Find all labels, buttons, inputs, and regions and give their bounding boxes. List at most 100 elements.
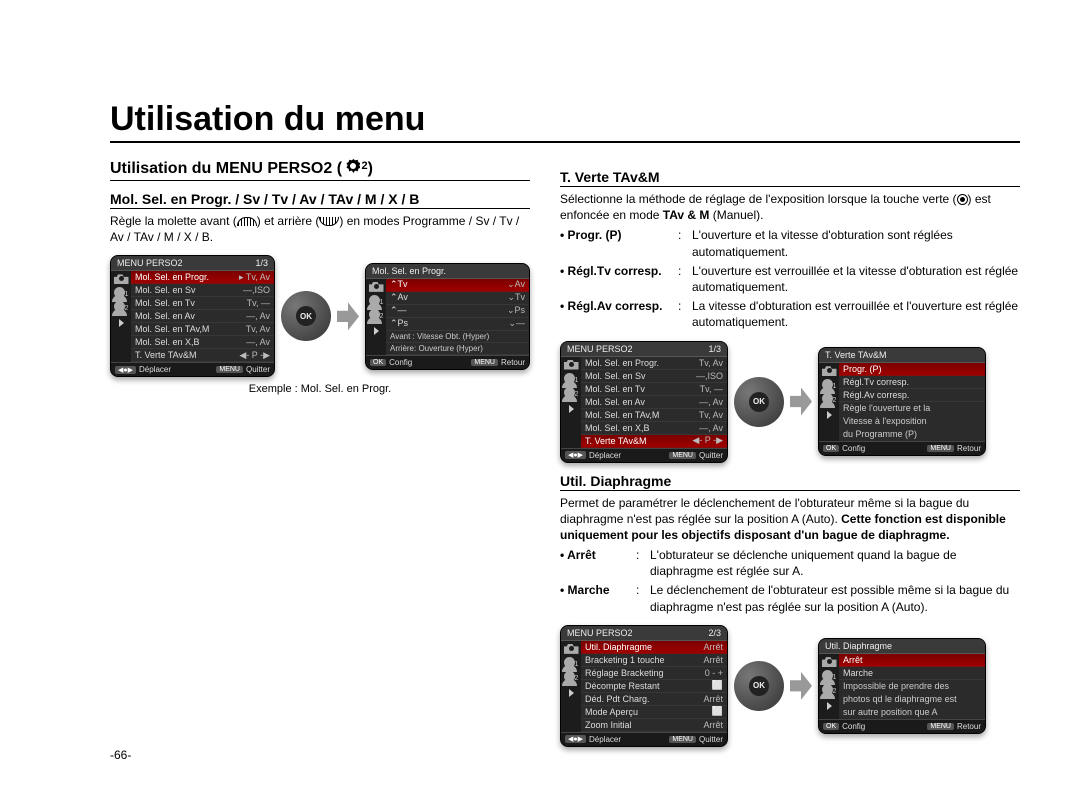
dial-rear-icon bbox=[319, 217, 339, 226]
row-label: Mol. Sel. en Tv bbox=[135, 298, 195, 308]
panel-row-item: Mol. Sel. en Sv—,ISO bbox=[131, 284, 274, 297]
footer-left: Déplacer bbox=[139, 365, 171, 374]
row-value: —, Av bbox=[246, 311, 270, 321]
row-label: T. Verte TAv&M bbox=[585, 436, 647, 446]
panel-title: MENU PERSO2 bbox=[567, 628, 633, 638]
row-value: ⌄Tv bbox=[507, 292, 525, 303]
user-icon bbox=[822, 393, 833, 404]
row-value: Arrêt bbox=[703, 720, 723, 730]
user-icon bbox=[114, 287, 125, 298]
panel-diaphragme-options: Util. Diaphragme 1 2 ArrêtMarche Impossi… bbox=[818, 638, 986, 733]
panel-row-item: Mol. Sel. en TAv,MTv, Av bbox=[581, 409, 727, 422]
row-label: Mol. Sel. en TAv,M bbox=[585, 410, 659, 420]
footer-right: Retour bbox=[501, 358, 525, 367]
detail-line: photos qd le diaphragme est bbox=[839, 693, 985, 706]
row-label: Mol. Sel. en Tv bbox=[585, 384, 645, 394]
panel-sidebar-icons: 1 2 bbox=[366, 279, 386, 355]
footer-right: Quitter bbox=[246, 365, 270, 374]
row-label: Mol. Sel. en TAv,M bbox=[135, 324, 209, 334]
definition-item: • Progr. (P):L'ouverture et la vitesse d… bbox=[560, 227, 1020, 259]
menu-icon: MENU bbox=[669, 736, 696, 743]
def-term: • Arrêt bbox=[560, 547, 630, 579]
row-label: Progr. (P) bbox=[843, 364, 882, 374]
definition-item: • Régl.Tv corresp.:L'ouverture est verro… bbox=[560, 263, 1020, 295]
panel-list: ArrêtMarche Impossible de prendre des ph… bbox=[839, 654, 985, 718]
dial-front-icon bbox=[237, 217, 257, 226]
section-heading-end: ) bbox=[368, 160, 373, 177]
def-term: • Progr. (P) bbox=[560, 227, 672, 259]
row-value: —, Av bbox=[246, 337, 270, 347]
def-term: • Régl.Tv corresp. bbox=[560, 263, 672, 295]
play-icon bbox=[569, 405, 574, 413]
def-desc: L'obturateur se déclenche uniquement qua… bbox=[650, 547, 1020, 579]
play-icon bbox=[827, 702, 832, 710]
row-label: Arrêt bbox=[843, 655, 863, 665]
panel-row-item: Décompte Restant⬜ bbox=[581, 680, 727, 693]
nav-icon: ◀●▶ bbox=[565, 735, 586, 743]
user-icon bbox=[114, 301, 125, 312]
panel-row-item: Mol. Sel. en Sv—,ISO bbox=[581, 370, 727, 383]
row-value: ◀- P -▶ bbox=[239, 350, 270, 361]
panel-title: Util. Diaphragme bbox=[825, 641, 892, 651]
row-value: —, Av bbox=[699, 397, 723, 407]
ok-nav-dial-icon bbox=[734, 661, 784, 711]
row-value: Arrêt bbox=[703, 655, 723, 665]
nav-icon: ◀●▶ bbox=[565, 451, 586, 459]
footer-right: Quitter bbox=[699, 451, 723, 460]
user-icon bbox=[369, 295, 380, 306]
row-value: Tv, Av bbox=[246, 324, 270, 334]
row-value: ◀- P -▶ bbox=[692, 435, 723, 446]
menu-icon: MENU bbox=[216, 366, 243, 373]
user-icon bbox=[369, 309, 380, 320]
tverte-intro: Sélectionne la méthode de réglage de l'e… bbox=[560, 191, 1020, 223]
row-value: —,ISO bbox=[696, 371, 723, 381]
row-value: Arrêt bbox=[703, 642, 723, 652]
ok-icon: OK bbox=[823, 445, 839, 452]
panel-row-item: Mol. Sel. en TvTv, — bbox=[581, 383, 727, 396]
footer-right: Retour bbox=[957, 722, 981, 731]
panel-row-item: ⌃Av⌄Tv bbox=[386, 292, 529, 305]
menu-icon: MENU bbox=[669, 452, 696, 459]
menu-icon: MENU bbox=[927, 445, 954, 452]
diaphragme-intro: Permet de paramétrer le déclenchement de… bbox=[560, 495, 1020, 544]
def-desc: L'ouverture et la vitesse d'obturation s… bbox=[692, 227, 1020, 259]
detail-line: Vitesse à l'exposition bbox=[839, 415, 985, 428]
row-label: Mol. Sel. en X,B bbox=[585, 423, 650, 433]
row-label: Régl.Tv corresp. bbox=[843, 377, 909, 387]
row-label: Décompte Restant bbox=[585, 681, 660, 691]
row-label: Util. Diaphragme bbox=[585, 642, 652, 652]
panel-row-item: Mol. Sel. en Progr.Tv, Av bbox=[581, 357, 727, 370]
row-value: ⬜ bbox=[712, 706, 723, 717]
panel-row-item: Mol. Sel. en Av —, Av bbox=[131, 310, 274, 323]
row-label: Mode Aperçu bbox=[585, 707, 638, 717]
panel-sidebar-icons: 1 2 bbox=[561, 641, 581, 732]
panel-row-item: Marche bbox=[839, 667, 985, 680]
panel-row-item: ⌃Tv⌄Av bbox=[386, 279, 529, 292]
camera-icon bbox=[369, 282, 384, 292]
arrow-right-icon bbox=[337, 302, 359, 330]
row-value: Arrêt bbox=[703, 694, 723, 704]
play-icon bbox=[374, 327, 379, 335]
play-icon bbox=[827, 411, 832, 419]
panel-row-item: T. Verte TAv&M◀- P -▶ bbox=[131, 349, 274, 362]
detail-line: Règle l'ouverture et la bbox=[839, 402, 985, 415]
row-value: Tv, Av bbox=[699, 358, 723, 368]
row-label: ⌃Tv bbox=[390, 279, 408, 290]
panel-row-item: Progr. (P) bbox=[839, 363, 985, 376]
row-label: Mol. Sel. en Av bbox=[135, 311, 195, 321]
def-term: • Marche bbox=[560, 582, 630, 614]
row-label: Mol. Sel. en Sv bbox=[135, 285, 196, 295]
row-label: Mol. Sel. en Progr. bbox=[135, 272, 209, 282]
page-number: -66- bbox=[110, 748, 131, 762]
ok-nav-dial-icon bbox=[281, 291, 331, 341]
molsel-desc: Règle la molette avant () et arrière () … bbox=[110, 213, 530, 245]
panel-sidebar-icons: 1 2 bbox=[819, 363, 839, 440]
play-icon bbox=[119, 319, 124, 327]
row-value: ▸ Tv, Av bbox=[239, 272, 270, 283]
panel-list: Mol. Sel. en Progr.▸ Tv, AvMol. Sel. en … bbox=[131, 271, 274, 362]
detail-line: Avant : Vitesse Obt. (Hyper) bbox=[386, 331, 529, 343]
footer-left: Config bbox=[389, 358, 412, 367]
row-label: ⌃— bbox=[390, 305, 407, 316]
panel-row-item: Réglage Bracketing0 - + bbox=[581, 667, 727, 680]
camera-icon bbox=[114, 274, 129, 284]
